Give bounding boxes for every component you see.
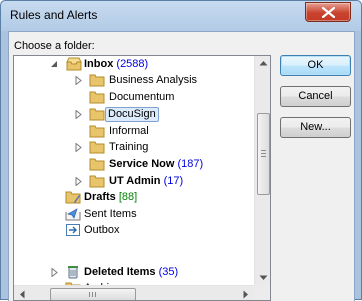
tree-item-label: Deleted Items (35) <box>84 266 179 278</box>
scroll-up-arrow-icon[interactable] <box>259 60 268 66</box>
folder-icon <box>89 91 105 104</box>
unread-count: (187) <box>177 158 204 170</box>
expand-arrow-icon[interactable] <box>74 143 83 152</box>
drafts-icon <box>65 191 81 204</box>
horizontal-scroll-thumb[interactable] <box>50 288 136 300</box>
folder-icon <box>89 175 105 188</box>
new-folder-button[interactable]: New... <box>280 117 351 138</box>
rules-and-alerts-window: Rules and Alerts Choose a folder: Inbox … <box>0 0 362 301</box>
scrollbar-corner <box>254 285 270 300</box>
tree-item-label: Informal <box>109 125 149 137</box>
folder-icon <box>89 108 105 121</box>
inbox-icon <box>66 57 82 71</box>
tree-item-label: Documentum <box>109 91 175 103</box>
unread-count: (17) <box>163 175 184 187</box>
close-icon <box>322 7 335 18</box>
outbox-icon <box>66 224 80 236</box>
folder-icon <box>89 74 105 87</box>
tree-item-label: Inbox (2588) <box>84 58 149 70</box>
unread-count: (2588) <box>116 58 149 70</box>
title-bar: Rules and Alerts <box>1 1 361 31</box>
cancel-button[interactable]: Cancel <box>280 86 351 107</box>
tree-item-label: Business Analysis <box>109 74 198 86</box>
collapse-arrow-icon[interactable] <box>50 60 59 69</box>
expand-arrow-icon[interactable] <box>50 268 59 277</box>
tree-item-label: Training <box>109 141 149 153</box>
ok-button[interactable]: OK <box>280 55 351 76</box>
horizontal-scrollbar[interactable] <box>14 285 254 300</box>
dialog-body: Choose a folder: Inbox (2588) Business A… <box>8 31 355 301</box>
scroll-down-arrow-icon[interactable] <box>259 275 268 281</box>
tree-item-label: Service Now (187) <box>109 158 204 170</box>
vertical-scrollbar[interactable] <box>254 56 270 285</box>
expand-arrow-icon[interactable] <box>74 76 83 85</box>
scroll-left-arrow-icon[interactable] <box>19 290 25 299</box>
tree-item-label: Sent Items <box>84 208 137 220</box>
folder-icon <box>89 141 105 154</box>
expand-arrow-icon[interactable] <box>74 110 83 119</box>
expand-arrow-icon[interactable] <box>74 177 83 186</box>
tree-item-label: Outbox <box>84 224 120 236</box>
unread-count: (35) <box>158 266 179 278</box>
scroll-right-arrow-icon[interactable] <box>243 290 249 299</box>
tree-item-label: DocuSign <box>105 107 159 122</box>
sent-items-icon <box>65 208 81 221</box>
draft-count: [88] <box>118 191 138 203</box>
choose-folder-label: Choose a folder: <box>14 40 95 52</box>
deleted-items-icon <box>68 266 78 279</box>
tree-item-label: UT Admin (17) <box>109 175 184 187</box>
folder-icon <box>89 158 105 171</box>
close-button[interactable] <box>305 2 351 22</box>
tree-item-label: Drafts [88] <box>84 191 138 203</box>
folder-tree[interactable]: Inbox (2588) Business Analysis Documentu… <box>13 55 271 301</box>
vertical-scroll-thumb[interactable] <box>257 113 270 195</box>
folder-icon <box>89 125 105 138</box>
window-title: Rules and Alerts <box>10 8 98 22</box>
